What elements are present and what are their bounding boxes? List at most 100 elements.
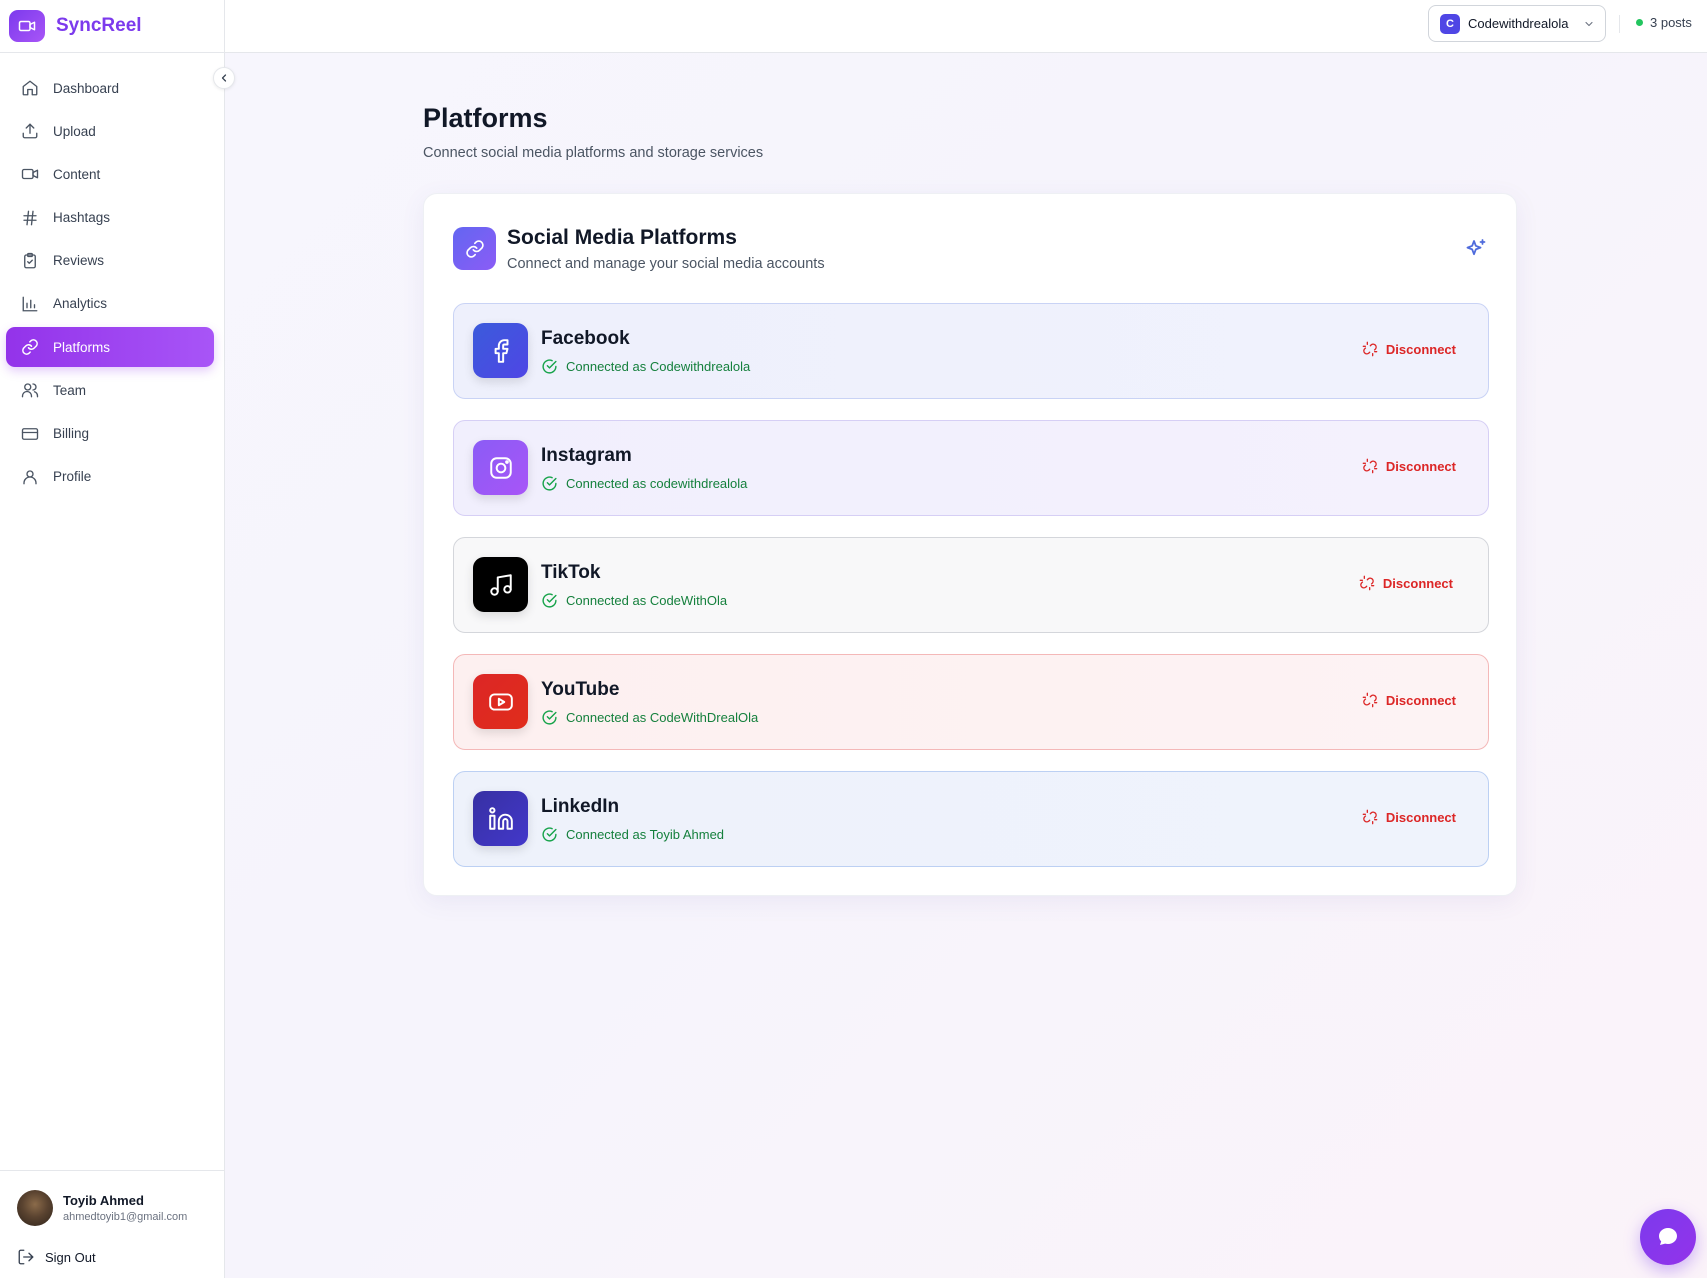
divider [1619, 15, 1620, 33]
online-status-dot [1636, 19, 1643, 26]
topbar: C Codewithdrealola 3 posts [225, 0, 1707, 53]
sparkles-icon [1464, 237, 1488, 261]
check-circle-icon [541, 358, 558, 375]
connection-status: Connected as CodeWithOla [541, 592, 727, 609]
disconnect-button[interactable]: Disconnect [1359, 575, 1453, 591]
sidebar-item-label: Content [53, 166, 101, 182]
sidebar-item-label: Reviews [53, 253, 105, 269]
sidebar-item-team[interactable]: Team [6, 370, 214, 410]
brand[interactable]: SyncReel [0, 0, 224, 53]
connection-status: Connected as CodeWithDrealOla [541, 709, 758, 726]
user-info[interactable]: Toyib Ahmed ahmedtoyib1@gmail.com [17, 1190, 225, 1226]
main-content: C Codewithdrealola 3 posts Platforms Con… [225, 0, 1707, 1278]
disconnect-label: Disconnect [1385, 809, 1456, 825]
sidebar-item-dashboard[interactable]: Dashboard [6, 68, 214, 108]
music-note-icon [473, 557, 528, 612]
chat-bubble-icon [1656, 1225, 1680, 1249]
platform-name: LinkedIn [541, 796, 620, 817]
disconnect-button[interactable]: Disconnect [1362, 341, 1456, 357]
sidebar-item-profile[interactable]: Profile [6, 457, 214, 497]
disconnect-button[interactable]: Disconnect [1362, 692, 1456, 708]
unlink-icon [1362, 341, 1378, 357]
sidebar-item-platforms[interactable]: Platforms [6, 327, 214, 368]
platform-name: TikTok [541, 562, 601, 583]
platform-row-instagram: Instagram Connected as codewithdrealola … [453, 420, 1489, 516]
linkedin-icon [473, 791, 528, 846]
page-subtitle: Connect social media platforms and stora… [423, 145, 764, 161]
log-out-icon [17, 1248, 35, 1266]
sidebar-item-label: Dashboard [53, 80, 120, 96]
connection-status-text: Connected as Codewithdrealola [566, 359, 751, 374]
unlink-icon [1362, 809, 1378, 825]
sidebar-item-billing[interactable]: Billing [6, 414, 214, 454]
page-title: Platforms [423, 103, 548, 133]
platform-row-youtube: YouTube Connected as CodeWithDrealOla Di… [453, 654, 1489, 750]
sidebar-item-label: Upload [53, 123, 96, 139]
platform-row-facebook: Facebook Connected as Codewithdrealola D… [453, 303, 1489, 399]
sidebar-nav: Dashboard Upload Content Hashtags Review… [6, 68, 214, 500]
sidebar-item-label: Profile [53, 469, 92, 485]
avatar [17, 1190, 53, 1226]
platform-name: Instagram [541, 445, 632, 466]
disconnect-button[interactable]: Disconnect [1362, 458, 1456, 474]
collapse-sidebar-button[interactable] [213, 67, 235, 89]
sidebar: SyncReel Dashboard Upload Content Hashta… [0, 0, 235, 1278]
instagram-icon [473, 440, 528, 495]
account-initial-badge: C [1440, 13, 1460, 34]
disconnect-label: Disconnect [1385, 458, 1456, 474]
check-circle-icon [541, 475, 558, 492]
upload-icon [20, 121, 40, 141]
clipboard-check-icon [20, 251, 40, 271]
video-icon [20, 164, 40, 184]
connection-status-text: Connected as Toyib Ahmed [566, 827, 725, 842]
posts-count: 3 posts [1650, 15, 1692, 30]
sidebar-item-content[interactable]: Content [6, 154, 214, 194]
connection-status-text: Connected as codewithdrealola [566, 476, 748, 491]
connection-status-text: Connected as CodeWithDrealOla [566, 710, 759, 725]
connection-status-text: Connected as CodeWithOla [566, 593, 728, 608]
chat-button[interactable] [1640, 1209, 1696, 1265]
sidebar-item-reviews[interactable]: Reviews [6, 241, 214, 281]
sidebar-item-analytics[interactable]: Analytics [6, 284, 214, 324]
platform-name: YouTube [541, 679, 620, 700]
hash-icon [20, 208, 40, 228]
account-name: Codewithdrealola [1468, 16, 1569, 31]
home-icon [20, 78, 40, 98]
sidebar-item-upload[interactable]: Upload [6, 111, 214, 151]
user-icon [20, 467, 40, 487]
posts-status: 3 posts [1636, 15, 1692, 30]
sign-out-button[interactable]: Sign Out [17, 1248, 225, 1266]
social-platforms-card: Social Media Platforms Connect and manag… [423, 193, 1517, 896]
user-name: Toyib Ahmed [63, 1193, 144, 1208]
link-icon [20, 337, 40, 357]
sign-out-label: Sign Out [45, 1249, 96, 1265]
sidebar-item-label: Analytics [53, 296, 108, 312]
disconnect-label: Disconnect [1382, 575, 1453, 591]
chevron-down-icon [1583, 18, 1595, 30]
sidebar-item-label: Hashtags [53, 210, 111, 226]
user-block: Toyib Ahmed ahmedtoyib1@gmail.com Sign O… [0, 1170, 225, 1266]
bar-chart-icon [20, 294, 40, 314]
chevron-left-icon [221, 74, 227, 82]
card-title: Social Media Platforms [507, 226, 737, 249]
user-email: ahmedtoyib1@gmail.com [63, 1211, 188, 1223]
platform-row-tiktok: TikTok Connected as CodeWithOla Disconne… [453, 537, 1489, 633]
credit-card-icon [20, 424, 40, 444]
video-camera-icon [9, 10, 45, 42]
connection-status: Connected as Codewithdrealola [541, 358, 750, 375]
unlink-icon [1362, 692, 1378, 708]
youtube-icon [473, 674, 528, 729]
sidebar-item-hashtags[interactable]: Hashtags [6, 198, 214, 238]
disconnect-button[interactable]: Disconnect [1362, 809, 1456, 825]
sidebar-item-label: Billing [53, 426, 90, 441]
platform-name: Facebook [541, 328, 630, 349]
unlink-icon [1359, 575, 1375, 591]
sidebar-item-label: Team [53, 382, 87, 398]
unlink-icon [1362, 458, 1378, 474]
account-selector[interactable]: C Codewithdrealola [1428, 5, 1606, 42]
card-subtitle: Connect and manage your social media acc… [507, 256, 825, 272]
facebook-icon [473, 323, 528, 378]
connection-status: Connected as Toyib Ahmed [541, 826, 724, 843]
check-circle-icon [541, 826, 558, 843]
connection-status: Connected as codewithdrealola [541, 475, 747, 492]
